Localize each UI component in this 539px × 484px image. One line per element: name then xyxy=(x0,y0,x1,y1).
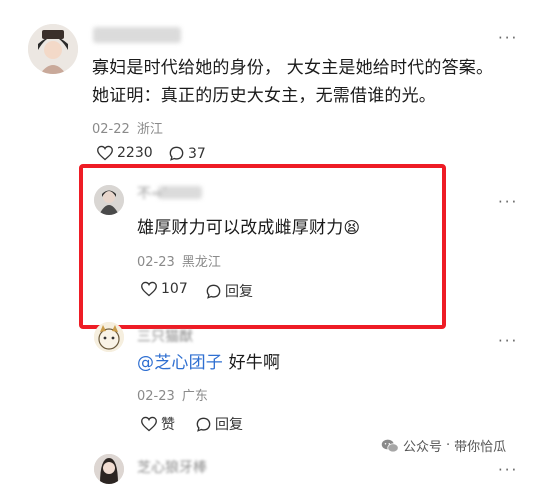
avatar-portrait-icon xyxy=(28,24,78,74)
heart-icon xyxy=(97,145,113,161)
reply-text-content: 好牛啊 xyxy=(223,353,281,373)
avatar-reply-1[interactable] xyxy=(94,185,124,215)
avatar-cat-icon xyxy=(94,322,124,352)
like-label: 赞 xyxy=(161,417,175,433)
comment-bubble-icon xyxy=(196,417,211,432)
like-button[interactable]: 2230 xyxy=(96,145,153,161)
watermark-account-name: 带你恰瓜 xyxy=(454,440,507,455)
like-button[interactable]: 赞 xyxy=(140,414,175,434)
reply-count: 37 xyxy=(188,145,206,162)
heart-icon xyxy=(141,416,157,432)
avatar-portrait-icon xyxy=(94,454,124,484)
comment-bubble-icon xyxy=(206,284,221,299)
reply-author-name[interactable]: 芝心狼牙棒 xyxy=(137,457,207,477)
avatar-reply-3[interactable] xyxy=(94,454,124,484)
reply-date: 02-23 xyxy=(137,255,175,270)
like-count: 2230 xyxy=(117,145,153,161)
wechat-icon xyxy=(381,439,399,452)
comment-bubble-icon xyxy=(169,146,184,161)
emoji-face-icon: 😫 xyxy=(343,218,361,237)
comment-text-line-1: 寡妇是时代给她的身份， 大女主是她给时代的答案。 xyxy=(92,58,494,78)
reply-meta: 02-23 黑龙江 xyxy=(137,251,221,270)
more-options-button[interactable]: ··· xyxy=(498,461,518,479)
like-button[interactable]: 107 xyxy=(140,281,188,297)
reply-location: 黑龙江 xyxy=(181,255,221,270)
watermark-account-label: 公众号 xyxy=(403,440,443,455)
reply-text: 雄厚财力可以改成雌厚财力😫 xyxy=(137,214,360,242)
reply-button[interactable]: 回复 xyxy=(195,414,243,434)
more-options-button[interactable]: ··· xyxy=(498,29,518,47)
reply-text: @芝心团子 好牛啊 xyxy=(137,350,280,377)
comment-meta: 02-22 浙江 xyxy=(92,118,163,137)
comment-location: 浙江 xyxy=(136,122,163,137)
comment-text-line-2: 她证明：真正的历史大女主，无需借谁的光。 xyxy=(92,86,436,106)
reply-label: 回复 xyxy=(225,284,253,300)
highlight-box xyxy=(79,164,446,329)
reply-meta: 02-23 广东 xyxy=(137,385,208,404)
reply-author-name-blurred xyxy=(158,186,202,199)
comment-date: 02-22 xyxy=(92,122,130,137)
like-count: 107 xyxy=(161,281,188,297)
reply-button[interactable]: 回复 xyxy=(205,281,253,301)
user-mention-link[interactable]: @芝心团子 xyxy=(137,353,223,373)
reply-author-name[interactable]: 三只猫猷 xyxy=(137,326,193,346)
heart-icon xyxy=(141,281,157,297)
watermark: 公众号 · 带你恰瓜 xyxy=(381,436,506,455)
more-options-button[interactable]: ··· xyxy=(498,332,518,350)
more-options-button[interactable]: ··· xyxy=(498,193,518,211)
reply-location: 广东 xyxy=(181,389,208,404)
reply-date: 02-23 xyxy=(137,389,175,404)
commenter-name-blurred xyxy=(93,27,181,43)
reply-text-content: 雄厚财力可以改成雌厚财力 xyxy=(137,218,344,238)
avatar-portrait-icon xyxy=(94,185,124,215)
watermark-separator: · xyxy=(446,438,451,453)
reply-count-button[interactable]: 37 xyxy=(168,145,206,162)
reply-label: 回复 xyxy=(215,417,243,433)
avatar-reply-2[interactable] xyxy=(94,322,124,352)
avatar-comment-1[interactable] xyxy=(28,24,78,74)
